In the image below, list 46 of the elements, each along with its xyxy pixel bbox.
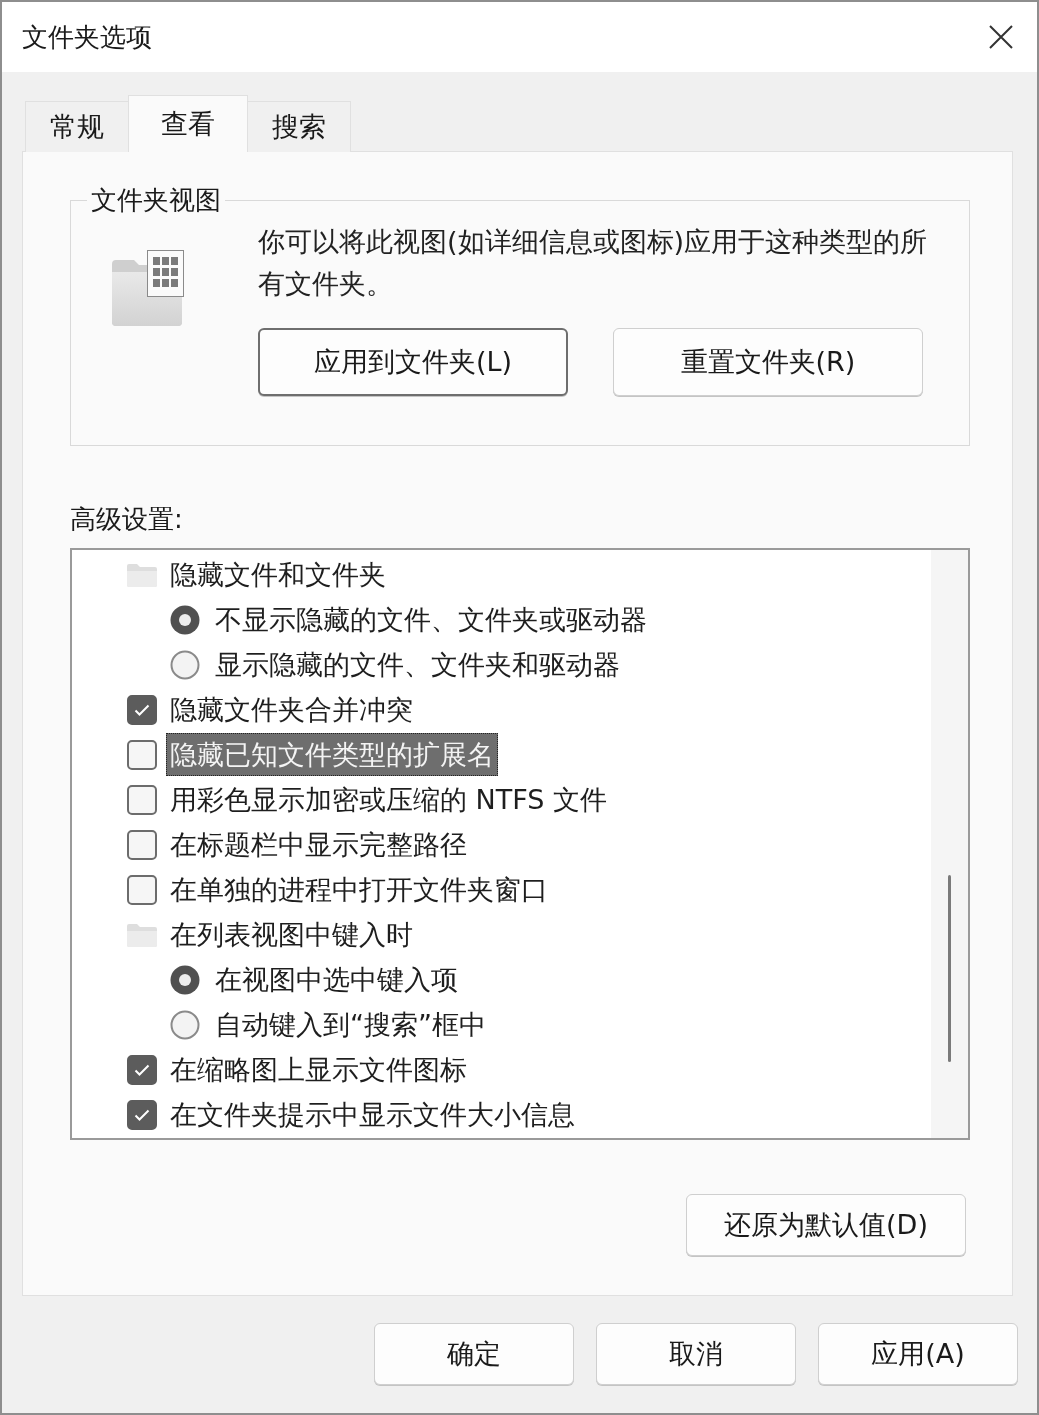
option-label[interactable]: 显示隐藏的文件、文件夹和驱动器	[211, 643, 624, 686]
checkmark-icon	[134, 1063, 150, 1076]
section-label: 高级设置:	[70, 504, 184, 534]
checkbox[interactable]	[127, 694, 157, 725]
checkbox[interactable]	[127, 1099, 157, 1130]
dialog-button[interactable]: 取消	[596, 1323, 796, 1385]
group-title: 文件夹视图	[90, 185, 222, 215]
tab[interactable]: 常规	[25, 101, 129, 152]
option-label[interactable]: 在标题栏中显示完整路径	[166, 823, 471, 866]
checkbox[interactable]	[127, 739, 157, 770]
option-label[interactable]: 隐藏文件夹合并冲突	[166, 688, 417, 731]
tab[interactable]: 查看	[128, 95, 248, 152]
option-label[interactable]: 隐藏文件和文件夹	[166, 553, 390, 596]
checkbox[interactable]	[127, 829, 157, 860]
folder-icon	[127, 562, 157, 587]
window-title: 文件夹选项	[22, 21, 152, 53]
option-label[interactable]: 不显示隐藏的文件、文件夹或驱动器	[211, 598, 651, 641]
checkbox[interactable]	[127, 784, 157, 815]
option-label[interactable]: 隐藏已知文件类型的扩展名	[166, 733, 498, 776]
option-label[interactable]: 在文件夹提示中显示文件大小信息	[166, 1093, 579, 1136]
close-button[interactable]	[989, 25, 1013, 49]
option-label[interactable]: 自动键入到“搜索”框中	[211, 1003, 490, 1046]
folder-button[interactable]: 应用到文件夹(L)	[258, 328, 568, 396]
radio-button[interactable]	[170, 1009, 200, 1040]
radio-button[interactable]	[170, 964, 200, 995]
option-label[interactable]: 在列表视图中键入时	[166, 913, 417, 956]
scrollbar-thumb[interactable]	[948, 875, 951, 1062]
checkbox[interactable]	[127, 1054, 157, 1085]
close-icon	[989, 25, 1013, 49]
tab[interactable]: 搜索	[247, 101, 351, 152]
checkmark-icon	[134, 1108, 150, 1121]
radio-button[interactable]	[170, 649, 200, 680]
dialog-button[interactable]: 应用(A)	[818, 1323, 1018, 1385]
folder-grid-icon	[112, 250, 184, 326]
folder-button[interactable]: 重置文件夹(R)	[613, 328, 923, 396]
description-text: 你可以将此视图(如详细信息或图标)应用于这种类型的所有文件夹。	[258, 225, 929, 301]
checkmark-icon	[134, 703, 150, 716]
radio-button[interactable]	[170, 604, 200, 635]
option-label[interactable]: 在视图中选中键入项	[211, 958, 462, 1001]
dialog-button[interactable]: 确定	[374, 1323, 574, 1385]
checkbox[interactable]	[127, 874, 157, 905]
option-label[interactable]: 用彩色显示加密或压缩的 NTFS 文件	[166, 778, 612, 821]
option-label[interactable]: 在缩略图上显示文件图标	[166, 1048, 471, 1091]
restore-defaults-button[interactable]: 还原为默认值(D)	[686, 1194, 966, 1256]
folder-icon	[127, 922, 157, 947]
option-label[interactable]: 在单独的进程中打开文件夹窗口	[166, 868, 552, 911]
